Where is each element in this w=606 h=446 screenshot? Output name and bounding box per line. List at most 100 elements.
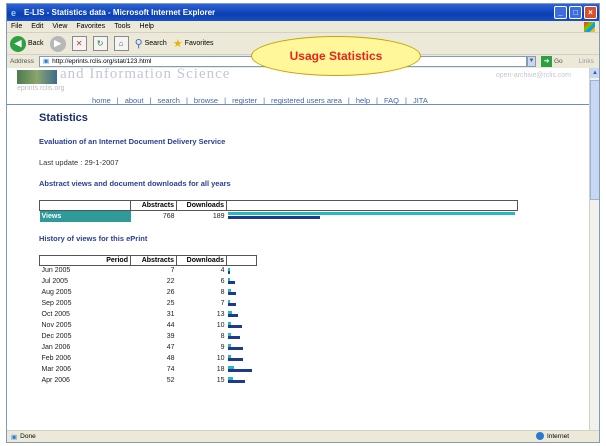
scroll-thumb[interactable] xyxy=(590,80,599,200)
history-downloads: 9 xyxy=(220,344,225,351)
history-row: Nov 2005 44 10 xyxy=(40,320,257,331)
zone-indicator: Internet xyxy=(535,432,569,440)
nav-home[interactable]: home xyxy=(92,96,111,105)
summary-table: Abstracts Downloads Views 768 189 xyxy=(39,200,518,222)
close-button[interactable]: × xyxy=(584,6,597,19)
usage-statistics-callout: Usage Statistics xyxy=(251,36,421,76)
history-bars xyxy=(227,277,235,284)
history-downloads: 15 xyxy=(216,377,225,384)
history-bar-cell xyxy=(227,298,257,309)
history-header-abstracts: Abstracts xyxy=(130,254,177,266)
history-bars xyxy=(227,321,242,328)
history-bar-cell xyxy=(227,287,257,298)
history-header-bars xyxy=(226,254,257,266)
scroll-up-icon[interactable]: ▲ xyxy=(590,68,599,78)
status-bar: ▣ Done Internet xyxy=(7,430,599,442)
menu-tools[interactable]: Tools xyxy=(114,23,130,30)
maximize-button[interactable]: □ xyxy=(569,6,582,19)
refresh-icon[interactable]: ↻ xyxy=(92,36,108,51)
history-bars xyxy=(227,343,243,350)
summary-row: Views 768 189 xyxy=(39,210,518,222)
history-row: Jan 2006 47 9 xyxy=(40,342,257,353)
home-icon[interactable]: ⌂ xyxy=(113,36,129,51)
views-abstracts: 768 xyxy=(162,212,175,220)
go-button[interactable]: ➜ xyxy=(541,56,552,67)
summary-header-abstracts: Abstracts xyxy=(130,200,177,211)
history-bar-cell xyxy=(227,375,257,386)
page-content: and Information Science eprints.rclis.or… xyxy=(7,68,589,430)
favorites-label: Favorites xyxy=(184,40,214,47)
minimize-button[interactable]: _ xyxy=(554,6,567,19)
history-abstracts-bar xyxy=(227,336,240,339)
history-abstracts-bar xyxy=(227,369,252,372)
banner-title: and Information Science xyxy=(60,68,231,82)
forward-button[interactable]: ▶ xyxy=(49,35,66,52)
menu-file[interactable]: File xyxy=(11,23,22,30)
history-abstracts-bar xyxy=(227,325,242,328)
status-text: Done xyxy=(20,433,36,440)
favorites-button[interactable]: ★ Favorites xyxy=(173,37,214,50)
history-abstracts-bar xyxy=(227,358,243,361)
summary-header-row: Abstracts Downloads xyxy=(39,200,518,211)
history-table: Period Abstracts Downloads Jun 2005 7 4 Jul… xyxy=(39,254,257,387)
history-abstracts: 22 xyxy=(166,278,175,285)
summary-header-downloads: Downloads xyxy=(176,200,227,211)
back-button[interactable]: ◀ Back xyxy=(10,35,44,52)
history-bar-cell xyxy=(227,320,257,331)
nav-register[interactable]: register xyxy=(232,96,257,105)
document-title[interactable]: Evaluation of an Internet Document Deliv… xyxy=(39,137,579,146)
views-downloads-bar xyxy=(227,212,515,215)
menu-edit[interactable]: Edit xyxy=(31,23,43,30)
links-label[interactable]: Links xyxy=(579,58,594,65)
history-row: Dec 2005 39 8 xyxy=(40,331,257,342)
nav-browse[interactable]: browse xyxy=(194,96,218,105)
address-dropdown-icon[interactable]: ▼ xyxy=(527,56,536,67)
history-abstracts: 39 xyxy=(166,333,175,340)
page-icon: ▣ xyxy=(43,57,50,65)
history-bar-cell xyxy=(227,276,257,287)
internet-globe-icon xyxy=(535,432,544,440)
nav-about[interactable]: about xyxy=(125,96,144,105)
zone-text: Internet xyxy=(546,432,569,440)
nav-faq[interactable]: FAQ xyxy=(384,96,399,105)
nav-search[interactable]: search xyxy=(157,96,180,105)
history-abstracts-bar xyxy=(227,292,236,295)
views-bars xyxy=(227,212,515,219)
history-bar-cell xyxy=(227,331,257,342)
browser-window: e E-LIS - Statistics data - Microsoft In… xyxy=(6,3,600,443)
history-bar-cell xyxy=(227,342,257,353)
back-arrow-icon: ◀ xyxy=(10,35,26,52)
site-nav: home | about | search | browse | register | r… xyxy=(7,96,589,105)
last-update: Last update : 29-1-2007 xyxy=(39,158,119,167)
history-abstracts: 26 xyxy=(166,289,175,296)
menu-favorites[interactable]: Favorites xyxy=(76,23,105,30)
section-history: History of views for this ePrint xyxy=(39,233,148,243)
history-abstracts: 44 xyxy=(166,322,175,329)
history-downloads: 18 xyxy=(216,366,225,373)
history-row: Feb 2006 48 10 xyxy=(40,353,257,364)
history-bar-cell xyxy=(227,265,257,276)
status-icon: ▣ xyxy=(11,433,18,441)
banner-mail: open-archive@rclis.com xyxy=(495,72,571,79)
summary-header-bars xyxy=(226,200,518,211)
ie-icon: e xyxy=(11,7,17,18)
history-period: Sep 2005 xyxy=(41,300,72,307)
menu-bar: File Edit View Favorites Tools Help xyxy=(7,21,599,33)
back-label: Back xyxy=(28,40,44,47)
nav-registered-users[interactable]: registered users area xyxy=(271,96,342,105)
menu-help[interactable]: Help xyxy=(140,23,154,30)
vertical-scrollbar[interactable]: ▲ xyxy=(589,68,599,430)
nav-help[interactable]: help xyxy=(356,96,370,105)
history-header-row: Period Abstracts Downloads xyxy=(39,254,257,266)
menu-view[interactable]: View xyxy=(52,23,67,30)
history-downloads: 8 xyxy=(220,289,225,296)
nav-jita[interactable]: JITA xyxy=(413,96,428,105)
search-button[interactable]: ⚲ Search xyxy=(135,37,167,50)
favorites-star-icon: ★ xyxy=(172,38,183,50)
stop-icon[interactable]: ✕ xyxy=(71,36,87,51)
history-row: Jul 2005 22 6 xyxy=(40,276,257,287)
history-bars xyxy=(227,354,243,361)
history-abstracts: 25 xyxy=(166,300,175,307)
history-bar-cell xyxy=(227,309,257,320)
go-label: Go xyxy=(554,58,563,65)
